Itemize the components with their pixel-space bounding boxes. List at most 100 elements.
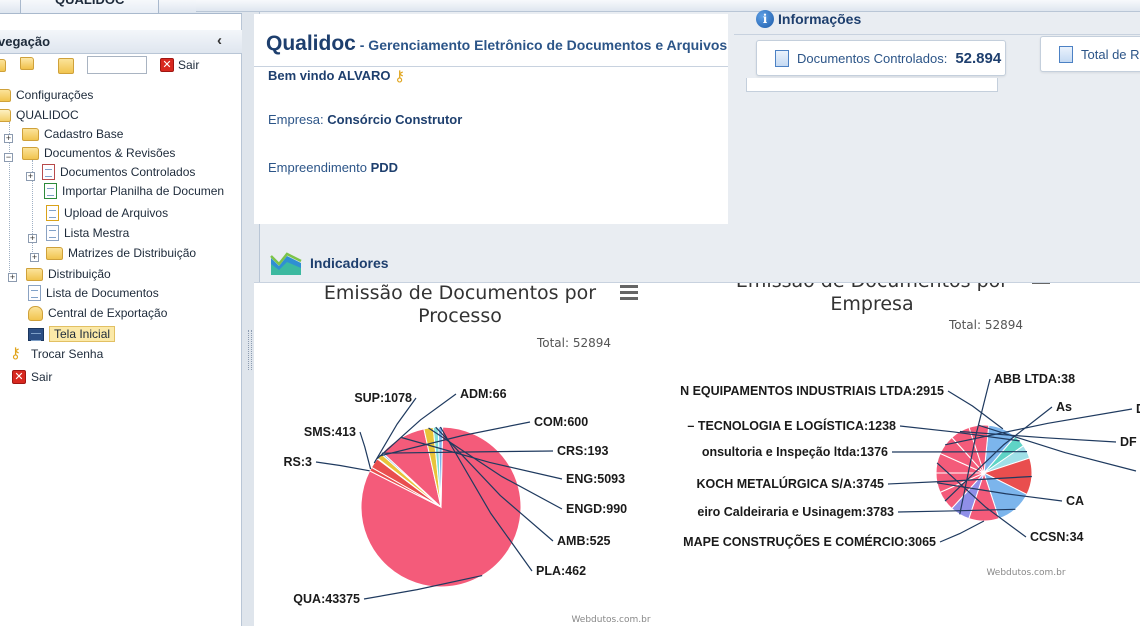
- folder-icon: [26, 267, 43, 281]
- tree-item-importar-planilha[interactable]: Importar Planilha de Documen: [44, 182, 224, 200]
- expand-icon[interactable]: +: [30, 253, 39, 262]
- tree-item-sair[interactable]: ✕ Sair: [12, 368, 52, 386]
- indicators-section: Indicadores Emissão de Documentos por Pro…: [254, 234, 1140, 626]
- tree-item-documentos-controlados[interactable]: Documentos Controlados: [42, 163, 195, 181]
- collapse-tree-icon[interactable]: −: [4, 153, 13, 162]
- pie-leader-line: [947, 390, 1004, 430]
- chart-credit: Webdutos.com.br: [571, 615, 650, 625]
- folder-icon: [46, 246, 63, 260]
- expand-icon[interactable]: +: [28, 234, 37, 243]
- pie-data-label: onsultoria e Inspeção ltda:1376: [702, 445, 888, 459]
- title-divider: [254, 66, 728, 67]
- tree-item-matrizes-distribuicao[interactable]: Matrizes de Distribuição: [46, 244, 196, 262]
- menu-icon: [1032, 283, 1050, 284]
- chart-area: Emissão de Documentos por Processo Total: …: [254, 283, 1140, 626]
- document-stack-icon: [1059, 45, 1073, 63]
- pie-leader-line: [939, 520, 985, 543]
- tree-item-lista-documentos[interactable]: Lista de Documentos: [28, 284, 159, 302]
- expand-all-icon[interactable]: [0, 59, 6, 72]
- tree-item-documentos-revisoes[interactable]: Documentos & Revisões: [22, 144, 175, 162]
- tree-item-label: Distribuição: [48, 267, 111, 281]
- info-divider: [734, 34, 1140, 35]
- close-icon: ✕: [160, 58, 174, 72]
- app-subtitle: - Gerenciamento Eletrônico de Documentos…: [355, 37, 728, 53]
- expand-icon[interactable]: +: [4, 134, 13, 143]
- tree-item-label: Documentos & Revisões: [44, 146, 176, 160]
- tree-item-label: Trocar Senha: [31, 347, 104, 361]
- chart-icon: [270, 252, 302, 275]
- folder-icon: [22, 127, 39, 141]
- chart-title: Emissão de Documentos por: [736, 283, 1008, 292]
- pie-data-label: PLA:462: [536, 564, 586, 578]
- pie-data-label: SMS:413: [304, 425, 356, 439]
- pie-data-label: CRS:193: [557, 444, 608, 458]
- search-folder-icon[interactable]: [58, 58, 74, 74]
- pie-data-label: ENGD:990: [566, 502, 627, 516]
- key-icon: ⚷: [394, 67, 406, 85]
- stat-label: Documentos Controlados:: [797, 50, 948, 66]
- nav-search-input[interactable]: [87, 56, 147, 74]
- close-icon: ✕: [12, 370, 26, 384]
- pie-data-label: COM:600: [534, 415, 588, 429]
- navigation-panel: QUALIDOC vegação ‹ ✕ Sair Configurações …: [0, 0, 242, 626]
- monitor-icon: [28, 327, 44, 341]
- tree-item-configuracoes[interactable]: Configurações: [0, 86, 93, 104]
- welcome-panel: Qualidoc - Gerenciamento Eletrônico de D…: [254, 14, 728, 224]
- pie-data-label: SUP:1078: [354, 391, 412, 405]
- tree-item-label: Importar Planilha de Documen: [62, 184, 225, 198]
- nav-toolbar: ✕ Sair: [0, 54, 242, 76]
- pie-data-label: DF: [1120, 435, 1137, 449]
- tab-qualidoc[interactable]: QUALIDOC: [20, 0, 160, 14]
- menu-icon: [620, 297, 638, 300]
- pie-leader-line: [359, 431, 372, 470]
- collapse-all-icon[interactable]: [20, 57, 34, 70]
- exit-button[interactable]: ✕ Sair: [160, 56, 199, 74]
- tree-item-label: QUALIDOC: [16, 108, 79, 122]
- menu-icon: [620, 291, 638, 294]
- project-value: PDD: [370, 160, 399, 175]
- main-content: Qualidoc - Gerenciamento Eletrônico de D…: [246, 0, 1140, 626]
- pie-data-label: AMB:525: [557, 534, 611, 548]
- stat-card-total[interactable]: Total de R: [1040, 36, 1140, 72]
- tree-item-label: Lista de Documentos: [46, 286, 159, 300]
- folder-icon: [22, 146, 39, 160]
- company-value: Consórcio Construtor: [327, 112, 463, 127]
- pie-data-label: RS:3: [284, 455, 313, 469]
- expand-icon[interactable]: +: [26, 172, 35, 181]
- stat-card-documentos-controlados[interactable]: Documentos Controlados: 52.894: [756, 40, 1006, 76]
- pie-data-label: QUA:43375: [293, 592, 360, 606]
- pie-data-label: – TECNOLOGIA E LOGÍSTICA:1238: [687, 418, 896, 433]
- folder-icon: [0, 88, 11, 102]
- tree-item-lista-mestra[interactable]: Lista Mestra: [46, 224, 129, 242]
- tree-guide-line: [9, 122, 10, 282]
- document-icon: [42, 164, 55, 180]
- tree-item-qualidoc[interactable]: QUALIDOC: [0, 106, 79, 124]
- info-header: i Informações: [756, 10, 861, 28]
- tree-item-label: Sair: [31, 370, 53, 384]
- chart-subtitle: Total: 52894: [948, 318, 1023, 332]
- pie-data-label: N EQUIPAMENTOS INDUSTRIAIS LTDA:2915: [680, 384, 944, 398]
- tree-item-cadastro-base[interactable]: Cadastro Base: [22, 125, 123, 143]
- project-label: Empreendimento: [268, 160, 371, 175]
- info-icon: i: [756, 10, 774, 28]
- exit-label: Sair: [178, 58, 200, 72]
- pie-data-label: ADM:66: [460, 387, 507, 401]
- chart-subtitle: Total: 52894: [536, 336, 611, 350]
- chart-title: Emissão de Documentos por: [324, 283, 596, 304]
- collapse-icon[interactable]: ‹: [217, 32, 222, 49]
- tree-item-central-exportacao[interactable]: Central de Exportação: [28, 304, 167, 322]
- pie-leader-line: [315, 461, 370, 472]
- tree-item-tela-inicial[interactable]: Tela Inicial: [28, 325, 116, 343]
- pie-data-label: CA: [1066, 494, 1084, 508]
- tree-item-trocar-senha[interactable]: ⚷ Trocar Senha: [10, 345, 103, 363]
- tree-item-label: Central de Exportação: [48, 306, 168, 320]
- chart-title: Processo: [418, 305, 502, 327]
- tree-item-label: Configurações: [16, 88, 94, 102]
- tree-item-distribuicao[interactable]: Distribuição: [26, 265, 111, 283]
- chart-credit: Webdutos.com.br: [986, 568, 1065, 578]
- tree-item-upload-arquivos[interactable]: Upload de Arquivos: [46, 204, 168, 222]
- expand-icon[interactable]: +: [8, 273, 17, 282]
- pie-data-label: ABB LTDA:38: [994, 372, 1075, 386]
- project-line: Empreendimento PDD: [268, 160, 398, 175]
- app-name: Qualidoc: [266, 32, 356, 55]
